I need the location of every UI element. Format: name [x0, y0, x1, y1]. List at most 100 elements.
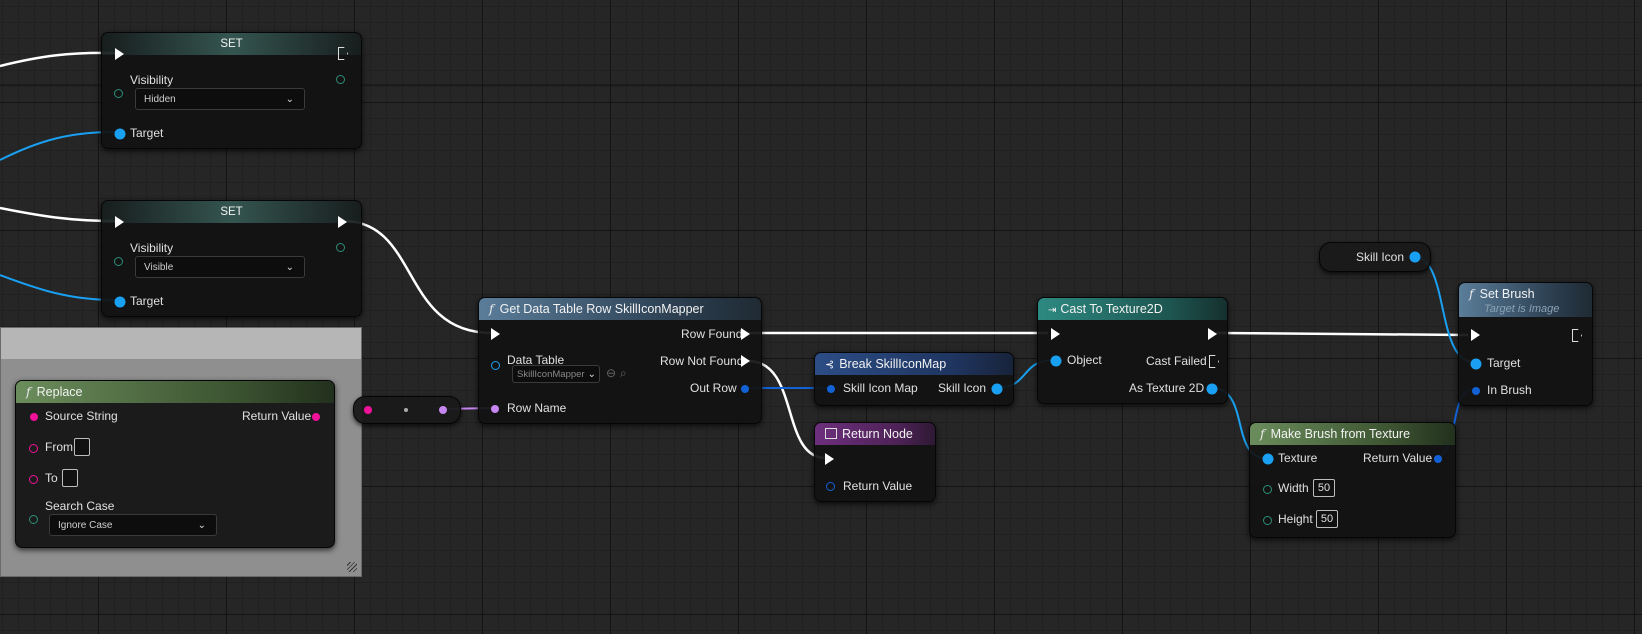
- cast-to-texture2d-node[interactable]: ⇥ Cast To Texture2D Object Cast Failed As…: [1037, 297, 1228, 404]
- data-table-dropdown[interactable]: SkillIconMapper ⌄: [512, 365, 600, 383]
- exec-in-pin[interactable]: [825, 453, 834, 465]
- return-value-pin[interactable]: [826, 482, 835, 491]
- skill-icon-var-pin[interactable]: [1411, 253, 1419, 261]
- function-f-icon: f: [1260, 426, 1265, 441]
- from-label: From: [45, 440, 73, 454]
- data-table-pin[interactable]: [491, 361, 500, 370]
- target-label: Target: [130, 294, 164, 308]
- row-not-found-pin[interactable]: [741, 355, 750, 367]
- from-input[interactable]: [74, 438, 90, 456]
- exec-in-pin[interactable]: [491, 328, 500, 340]
- cast-title-text: Cast To Texture2D: [1060, 302, 1163, 316]
- set-visibility-node-2[interactable]: SET Visibility Visible ⌄ Target: [101, 200, 362, 317]
- row-name-label: Row Name: [507, 401, 567, 415]
- object-label: Object: [1067, 353, 1102, 367]
- return-title-text: Return Node: [842, 427, 913, 441]
- chevron-down-icon: ⌄: [285, 262, 294, 273]
- exec-wire: [342, 219, 493, 335]
- target-label: Target: [130, 126, 164, 140]
- exec-in-pin[interactable]: [115, 48, 124, 60]
- source-string-pin[interactable]: [30, 413, 38, 421]
- comment-title-bar[interactable]: [1, 328, 361, 359]
- visibility-label: Visibility: [130, 73, 174, 87]
- out-row-pin[interactable]: [741, 385, 749, 393]
- cast-node-title: ⇥ Cast To Texture2D: [1038, 298, 1227, 320]
- width-input[interactable]: 50: [1313, 479, 1335, 497]
- return-value-label: Return Value: [242, 409, 312, 423]
- exec-out-pin[interactable]: [338, 216, 347, 228]
- cast-failed-pin[interactable]: [1209, 355, 1219, 368]
- browse-search-icon[interactable]: ⌕: [620, 366, 627, 381]
- skill-icon-variable-node[interactable]: Skill Icon: [1319, 242, 1431, 272]
- visibility-out-pin[interactable]: [336, 75, 345, 84]
- out-row-label: Out Row: [690, 381, 737, 395]
- exec-in-pin[interactable]: [1471, 329, 1480, 341]
- make-brush-title-text: Make Brush from Texture: [1270, 427, 1411, 441]
- skill-icon-out-pin[interactable]: [993, 385, 1001, 393]
- exec-in-pin[interactable]: [115, 216, 124, 228]
- break-skill-icon-map-node[interactable]: ⊰ Break SkillIconMap Skill Icon Map Skill…: [814, 352, 1014, 406]
- visibility-label: Visibility: [130, 241, 174, 255]
- set-node-title: SET: [102, 201, 361, 223]
- row-name-pin[interactable]: [491, 405, 499, 413]
- use-selected-icon[interactable]: ⊖: [606, 366, 616, 380]
- exec-wire: [0, 206, 116, 223]
- object-wire: [0, 131, 116, 161]
- skill-icon-map-in-pin[interactable]: [827, 385, 835, 393]
- function-f-icon: f: [26, 384, 31, 399]
- make-brush-from-texture-node[interactable]: f Make Brush from Texture Texture Return …: [1249, 422, 1456, 538]
- as-texture-label: As Texture 2D: [1129, 381, 1205, 395]
- return-node[interactable]: Return Node Return Value: [814, 422, 936, 502]
- set-visibility-node-1[interactable]: SET Visibility Hidden ⌄ Target: [101, 32, 362, 149]
- conversion-in-pin[interactable]: [364, 406, 372, 414]
- set-brush-title-text: Set Brush: [1479, 287, 1535, 301]
- conversion-dot-icon: [404, 408, 408, 412]
- brush-return-pin[interactable]: [1434, 455, 1442, 463]
- function-f-icon: f: [489, 301, 494, 316]
- in-brush-pin[interactable]: [1472, 387, 1480, 395]
- visibility-in-pin[interactable]: [114, 89, 123, 98]
- break-title-text: Break SkillIconMap: [839, 357, 947, 371]
- exec-in-pin[interactable]: [1051, 328, 1060, 340]
- exec-wire: [1215, 331, 1469, 337]
- height-label: Height: [1278, 512, 1313, 526]
- width-pin[interactable]: [1263, 485, 1272, 494]
- visibility-in-pin[interactable]: [114, 257, 123, 266]
- row-not-found-label: Row Not Found: [660, 354, 744, 368]
- search-case-pin[interactable]: [29, 515, 38, 524]
- data-table-value: SkillIconMapper: [517, 369, 585, 380]
- exec-out-pin[interactable]: [1208, 328, 1217, 340]
- exec-out-pin[interactable]: [1572, 329, 1582, 342]
- from-pin[interactable]: [29, 444, 38, 453]
- get-row-title-text: Get Data Table Row SkillIconMapper: [499, 302, 704, 316]
- row-found-pin[interactable]: [741, 328, 750, 340]
- height-input[interactable]: 50: [1316, 510, 1338, 528]
- as-texture-pin[interactable]: [1208, 385, 1216, 393]
- replace-node[interactable]: f Replace Source String Return Value From…: [15, 380, 335, 548]
- visibility-dropdown[interactable]: Visible ⌄: [135, 256, 305, 278]
- texture-pin[interactable]: [1264, 455, 1272, 463]
- visibility-dropdown[interactable]: Hidden ⌄: [135, 88, 305, 110]
- return-value-label: Return Value: [843, 479, 913, 493]
- to-pin[interactable]: [29, 475, 38, 484]
- cast-arrow-icon: ⇥: [1048, 305, 1057, 316]
- get-data-table-row-node[interactable]: f Get Data Table Row SkillIconMapper Row …: [478, 297, 762, 424]
- visibility-out-pin[interactable]: [336, 243, 345, 252]
- comment-resize-handle[interactable]: [347, 562, 357, 572]
- set-brush-node[interactable]: f Set Brush Target is Image Target In Bru…: [1458, 282, 1593, 406]
- search-case-dropdown[interactable]: Ignore Case ⌄: [49, 514, 217, 536]
- chevron-down-icon: ⌄: [197, 520, 206, 531]
- target-label: Target: [1487, 356, 1521, 370]
- target-pin[interactable]: [1472, 360, 1480, 368]
- height-pin[interactable]: [1263, 516, 1272, 525]
- target-pin[interactable]: [116, 298, 124, 306]
- conversion-out-pin[interactable]: [439, 406, 447, 414]
- object-pin[interactable]: [1052, 357, 1060, 365]
- get-row-title: f Get Data Table Row SkillIconMapper: [479, 298, 761, 320]
- to-input[interactable]: [62, 469, 78, 487]
- string-to-name-conversion-node[interactable]: [353, 396, 461, 424]
- return-node-icon: [825, 428, 837, 439]
- visibility-dropdown-value: Visible: [144, 262, 174, 273]
- target-pin[interactable]: [116, 130, 124, 138]
- return-value-pin[interactable]: [312, 413, 320, 421]
